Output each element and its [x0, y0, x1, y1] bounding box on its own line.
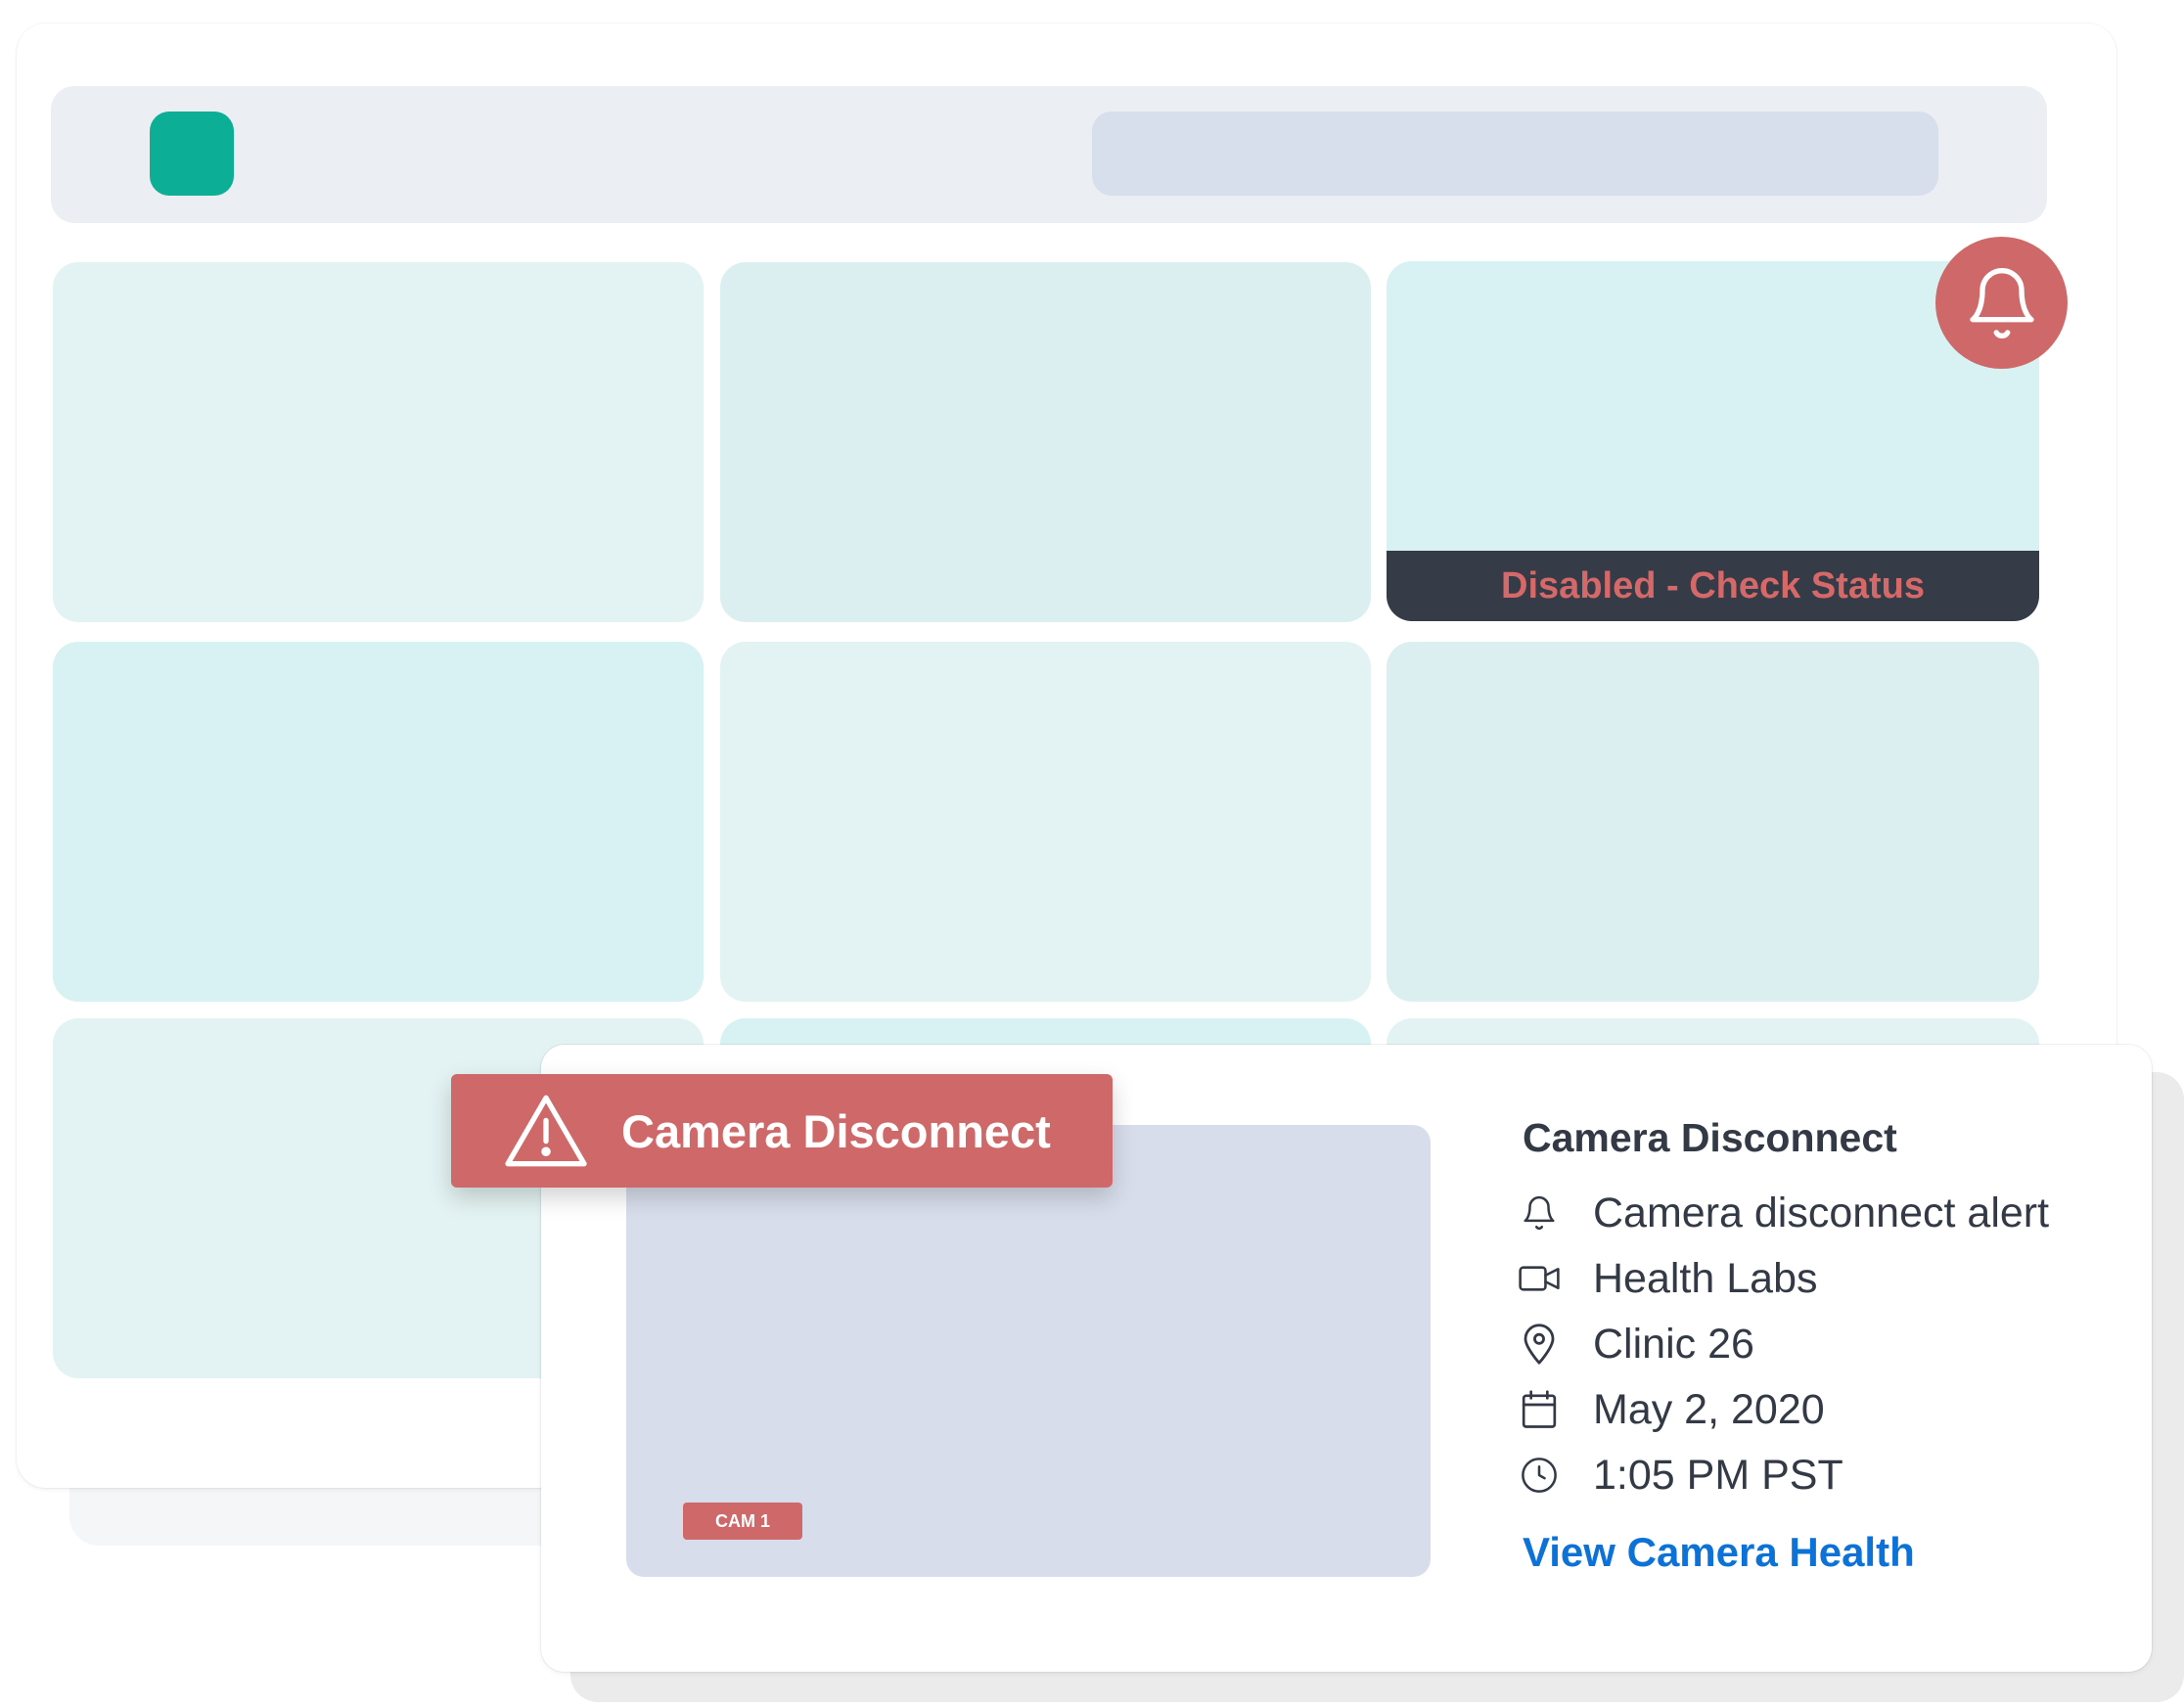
camera-status-bar[interactable]: Disabled - Check Status [1387, 551, 2039, 621]
bell-icon [1969, 267, 2034, 338]
camera-tag: CAM 1 [683, 1503, 802, 1540]
detail-text: May 2, 2020 [1593, 1385, 1825, 1433]
detail-text: Clinic 26 [1593, 1320, 1754, 1368]
view-camera-health-link[interactable]: View Camera Health [1523, 1529, 1915, 1576]
camera-tag-label: CAM 1 [714, 1510, 770, 1531]
camera-tile[interactable] [53, 642, 704, 1002]
camera-tile[interactable] [53, 262, 704, 622]
camera-tile[interactable] [720, 262, 1371, 622]
search-bar[interactable] [1092, 112, 1938, 196]
calendar-icon [1519, 1389, 1560, 1430]
video-camera-icon [1519, 1258, 1560, 1299]
bell-icon [1519, 1192, 1560, 1234]
detail-text: 1:05 PM PST [1593, 1451, 1843, 1499]
status-text: Disabled - Check Status [1501, 564, 1925, 606]
detail-date: May 2, 2020 [1519, 1380, 1825, 1439]
detail-alert-type: Camera disconnect alert [1519, 1184, 2049, 1242]
warning-icon [505, 1095, 587, 1167]
camera-tile[interactable] [720, 642, 1371, 1002]
location-pin-icon [1519, 1324, 1560, 1365]
detail-text: Health Labs [1593, 1254, 1818, 1302]
camera-tile[interactable] [1387, 642, 2039, 1002]
detail-camera: Health Labs [1519, 1249, 1818, 1308]
detail-location: Clinic 26 [1519, 1315, 1754, 1373]
alert-banner: Camera Disconnect [451, 1074, 1113, 1188]
app-logo[interactable] [150, 112, 234, 196]
detail-text: Camera disconnect alert [1593, 1189, 2050, 1236]
notification-badge[interactable] [1935, 237, 2068, 369]
clock-icon [1519, 1455, 1560, 1496]
alert-title: Camera Disconnect [1523, 1115, 1897, 1160]
detail-time: 1:05 PM PST [1519, 1446, 1843, 1504]
alert-banner-label: Camera Disconnect [621, 1104, 1051, 1157]
